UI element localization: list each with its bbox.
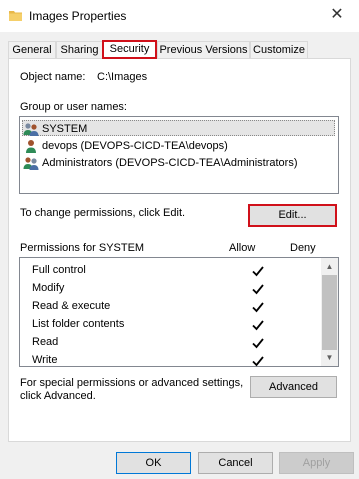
permissions-header: Permissions for SYSTEM (20, 242, 145, 254)
allow-check-icon (252, 320, 264, 331)
list-item-label: Administrators (DEVOPS-CICD-TEA\Administ… (42, 157, 298, 169)
scroll-up-icon[interactable]: ▲ (321, 258, 338, 275)
tab-sharing[interactable]: Sharing (56, 41, 103, 58)
permission-read: Read (32, 336, 59, 348)
allow-column-header: Allow (229, 242, 256, 254)
list-item-system[interactable]: SYSTEM (22, 120, 335, 137)
list-item-administrators[interactable]: Administrators (DEVOPS-CICD-TEA\Administ… (23, 155, 298, 171)
group-list[interactable]: SYSTEM devops (DEVOPS-CICD-TEA\devops) A… (19, 116, 339, 194)
user-icon (26, 140, 36, 154)
list-item-label: devops (DEVOPS-CICD-TEA\devops) (42, 140, 228, 152)
scroll-down-icon[interactable]: ▼ (321, 349, 338, 366)
permission-write: Write (32, 354, 58, 366)
tab-customize[interactable]: Customize (250, 41, 308, 58)
special-permissions-text-2: click Advanced. (20, 390, 96, 402)
advanced-button[interactable]: Advanced (250, 376, 337, 398)
allow-check-icon (252, 302, 264, 313)
tab-general[interactable]: General (8, 41, 56, 58)
permission-list-folder-contents: List folder contents (32, 318, 125, 330)
permissions-list: Full control Modify Read & execute List … (19, 257, 339, 367)
apply-button[interactable]: Apply (279, 452, 354, 474)
folder-icon (9, 11, 22, 21)
object-name-value: C:\Images (97, 71, 148, 83)
special-permissions-text: For special permissions or advanced sett… (20, 377, 244, 389)
scrollbar-thumb[interactable] (322, 275, 337, 350)
change-permissions-text: To change permissions, click Edit. (20, 207, 186, 219)
allow-check-icon (252, 266, 264, 277)
permission-full-control: Full control (32, 264, 86, 276)
edit-button[interactable]: Edit... (248, 204, 337, 227)
users-group-icon (23, 157, 39, 171)
group-names-label: Group or user names: (20, 101, 127, 113)
list-item-devops[interactable]: devops (DEVOPS-CICD-TEA\devops) (23, 138, 228, 154)
users-group-icon (23, 123, 39, 137)
allow-check-icon (252, 338, 264, 349)
permissions-scrollbar[interactable]: ▲ ▼ (321, 258, 338, 366)
window-title: Images Properties (29, 9, 127, 23)
tab-security[interactable]: Security (102, 40, 157, 59)
cancel-button[interactable]: Cancel (198, 452, 273, 474)
deny-column-header: Deny (290, 242, 316, 254)
ok-button[interactable]: OK (116, 452, 191, 474)
allow-check-icon (252, 356, 264, 367)
object-name-label: Object name: (20, 71, 86, 83)
close-icon[interactable]: ✕ (325, 4, 349, 26)
allow-check-icon (252, 284, 264, 295)
list-item-label: SYSTEM (42, 123, 88, 135)
permission-read-execute: Read & execute (32, 300, 111, 312)
permission-modify: Modify (32, 282, 65, 294)
tab-previous-versions[interactable]: Previous Versions (157, 41, 250, 58)
